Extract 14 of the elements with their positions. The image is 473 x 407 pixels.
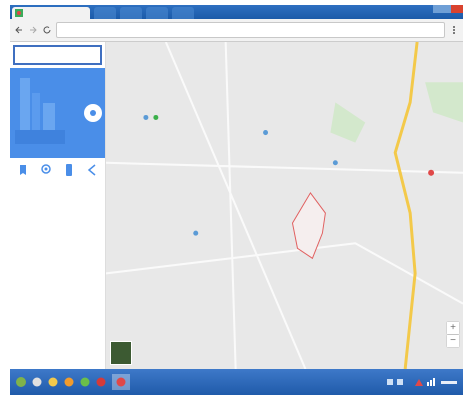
forward-icon[interactable] xyxy=(28,25,38,35)
phone-icon[interactable] xyxy=(64,164,74,176)
app-icon[interactable] xyxy=(48,376,58,388)
app-icon[interactable] xyxy=(32,376,42,388)
window-controls[interactable] xyxy=(433,5,463,13)
browser-tab[interactable] xyxy=(12,7,90,19)
system-tray-icons[interactable] xyxy=(387,377,457,387)
app-icon[interactable] xyxy=(80,376,90,388)
app-icon[interactable] xyxy=(64,376,74,388)
back-icon[interactable] xyxy=(14,25,24,35)
reload-icon[interactable] xyxy=(42,25,52,35)
nearby-icon[interactable] xyxy=(41,164,52,176)
save-icon[interactable] xyxy=(18,164,28,176)
search-field[interactable] xyxy=(13,45,102,65)
